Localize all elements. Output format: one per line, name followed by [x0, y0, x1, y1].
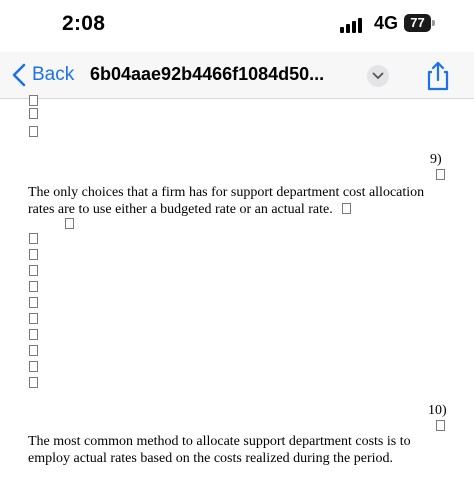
navigation-bar: Back 6b04aae92b4466f1084d50... — [0, 52, 474, 99]
empty-box-icon — [29, 345, 38, 356]
empty-box-icon — [29, 233, 38, 244]
battery-level: 77 — [404, 14, 431, 32]
question-text-line: employ actual rates based on the costs r… — [28, 451, 394, 466]
back-button[interactable]: Back — [12, 60, 74, 90]
empty-box-icon — [29, 95, 38, 106]
empty-box-icon — [29, 313, 38, 324]
battery-icon: 77 — [404, 14, 435, 32]
empty-box-icon — [29, 281, 38, 292]
question-text-line: rates are to use either a budgeted rate … — [28, 201, 438, 218]
empty-box-icon — [436, 420, 445, 431]
question-number: 9) — [430, 152, 442, 167]
empty-box-icon — [341, 203, 351, 214]
document-content: 9) The only choices that a firm has for … — [0, 95, 474, 501]
question-text: The only choices that a firm has for sup… — [28, 184, 438, 218]
title-menu-button[interactable] — [367, 65, 389, 87]
question-text: The most common method to allocate suppo… — [28, 433, 438, 467]
question-text-line: The most common method to allocate suppo… — [28, 434, 411, 449]
empty-box-icon — [29, 249, 38, 260]
empty-box-icon — [29, 126, 38, 137]
question-number: 10) — [428, 403, 447, 418]
share-icon — [427, 61, 449, 91]
status-bar: 2:08 4G 77 — [0, 0, 474, 52]
empty-box-icon — [65, 218, 74, 229]
empty-box-icon — [29, 361, 38, 372]
empty-box-icon — [436, 169, 445, 180]
document-title[interactable]: 6b04aae92b4466f1084d50... — [90, 64, 324, 85]
empty-box-icon — [29, 377, 38, 388]
empty-box-icon — [29, 108, 38, 119]
empty-box-icon — [29, 329, 38, 340]
network-type: 4G — [374, 13, 399, 33]
empty-box-icon — [29, 297, 38, 308]
empty-box-icon — [29, 265, 38, 276]
chevron-left-icon — [12, 63, 26, 87]
question-text-line: The only choices that a firm has for sup… — [28, 185, 425, 200]
share-button[interactable] — [424, 61, 452, 91]
signal-strength-icon — [340, 17, 366, 33]
chevron-down-icon — [372, 72, 384, 79]
back-label: Back — [32, 64, 75, 85]
status-time: 2:08 — [62, 12, 106, 35]
